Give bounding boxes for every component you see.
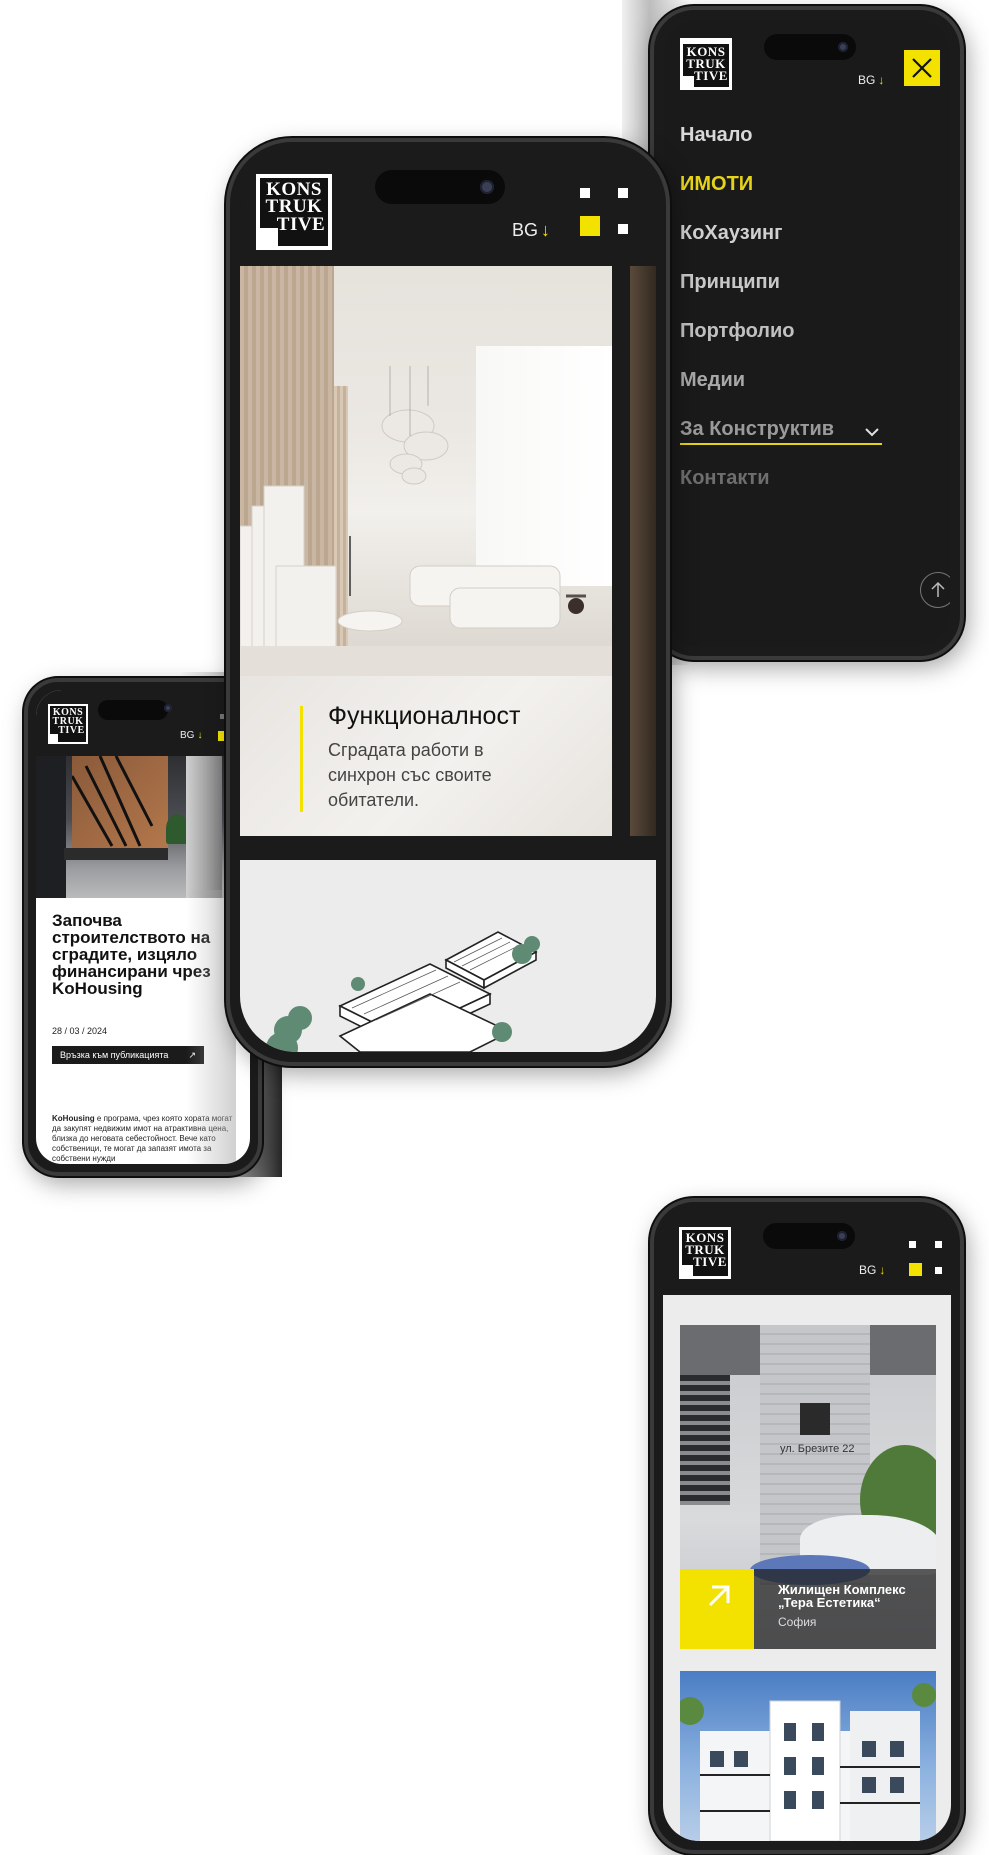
camera-icon bbox=[480, 180, 494, 194]
arrow-up-icon bbox=[931, 581, 945, 597]
menu-item-portfolio[interactable]: Портфолио bbox=[680, 320, 795, 343]
menu-item-properties[interactable]: ИМОТИ bbox=[680, 173, 753, 196]
menu-toggle[interactable] bbox=[909, 1241, 949, 1281]
next-slide-peek bbox=[630, 266, 656, 836]
close-button[interactable] bbox=[904, 50, 940, 86]
slider-bottom-bar bbox=[240, 836, 656, 860]
menu-phone: KONS TRUK TIVE BG ↓ Начало ИМОТИ КоХаузин… bbox=[650, 6, 964, 660]
menu-square[interactable] bbox=[220, 714, 225, 719]
property-cta-button[interactable] bbox=[680, 1569, 754, 1649]
close-icon bbox=[912, 58, 932, 78]
article-date: 28 / 03 / 2024 bbox=[52, 1026, 108, 1036]
property-image bbox=[680, 1683, 936, 1841]
arrow-down-icon: ↓ bbox=[197, 730, 203, 741]
menu-item-cohousing[interactable]: КоХаузинг bbox=[680, 222, 782, 245]
property-title: Жилищен Комплекс „Тера Естетика“ bbox=[778, 1582, 906, 1610]
menu-square-accent[interactable] bbox=[218, 731, 226, 741]
arrow-up-right-icon bbox=[708, 1585, 730, 1607]
listing-phone: KONS TRUK TIVE BG ↓ ул. Брезите 22 Жилищ… bbox=[650, 1198, 964, 1854]
language-switcher[interactable]: BG ↓ bbox=[512, 220, 550, 241]
menu-square-accent bbox=[580, 216, 600, 236]
listing-content: ул. Брезите 22 Жилищен Комплекс „Тера Ес… bbox=[663, 1295, 951, 1841]
language-label: BG bbox=[859, 1263, 877, 1277]
menu-square bbox=[935, 1267, 942, 1274]
menu-square bbox=[618, 188, 628, 198]
slide-image bbox=[240, 266, 612, 676]
article-screen: KONS TRUK TIVE BG ↓ Започва строителство… bbox=[36, 690, 250, 1164]
property-city: София bbox=[778, 1615, 817, 1629]
menu-item-contacts[interactable]: Контакти bbox=[680, 467, 770, 490]
brand-logo[interactable]: KONS TRUK TIVE bbox=[256, 174, 332, 250]
logo-square bbox=[50, 734, 58, 742]
menu-screen: KONS TRUK TIVE BG ↓ Начало ИМОТИ КоХаузин… bbox=[664, 20, 950, 646]
arrow-down-icon: ↓ bbox=[541, 220, 551, 240]
chevron-down-icon bbox=[865, 428, 879, 437]
menu-item-home[interactable]: Начало bbox=[680, 124, 752, 147]
menu-square bbox=[580, 188, 590, 198]
menu-square bbox=[909, 1241, 916, 1248]
camera-icon bbox=[164, 704, 172, 712]
language-switcher[interactable]: BG ↓ bbox=[859, 1263, 885, 1277]
language-label: BG bbox=[180, 730, 195, 741]
arrow-down-icon: ↓ bbox=[879, 1263, 886, 1277]
main-phone: KONS TRUK TIVE BG ↓ Функционалност Сград… bbox=[226, 138, 670, 1066]
brand-logo[interactable]: KONS TRUK TIVE bbox=[48, 704, 88, 744]
arrow-down-icon: ↓ bbox=[878, 73, 885, 87]
caption-accent-bar bbox=[300, 706, 303, 812]
publication-link-label: Връзка към публикацията bbox=[60, 1050, 169, 1060]
menu-square-accent bbox=[909, 1263, 922, 1276]
logo-square bbox=[682, 1265, 693, 1276]
menu-square bbox=[618, 224, 628, 234]
slide-text: Сградата работи в синхрон със своите оби… bbox=[328, 740, 492, 810]
menu-item-principles[interactable]: Принципи bbox=[680, 271, 780, 294]
menu-toggle[interactable] bbox=[580, 188, 636, 244]
property-sign: ул. Брезите 22 bbox=[780, 1443, 855, 1455]
camera-icon bbox=[837, 1231, 847, 1241]
language-label: BG bbox=[512, 220, 539, 240]
brand-logo[interactable]: KONS TRUK TIVE bbox=[679, 1227, 731, 1279]
language-switcher[interactable]: BG ↓ bbox=[858, 73, 884, 87]
menu-item-media[interactable]: Медии bbox=[680, 369, 745, 392]
language-label: BG bbox=[858, 73, 876, 87]
property-card[interactable]: ул. Брезите 22 Жилищен Комплекс „Тера Ес… bbox=[680, 1325, 936, 1649]
main-screen: KONS TRUK TIVE BG ↓ Функционалност Сград… bbox=[240, 152, 656, 1052]
building-sketch-image bbox=[266, 931, 540, 1052]
listing-screen: KONS TRUK TIVE BG ↓ ул. Брезите 22 Жилищ… bbox=[663, 1211, 951, 1841]
menu-item-about[interactable]: За Конструктив bbox=[680, 418, 882, 445]
slide-title: Функционалност bbox=[328, 702, 521, 730]
brand-logo[interactable]: KONS TRUK TIVE bbox=[680, 38, 732, 90]
dynamic-island bbox=[98, 700, 168, 720]
menu-square bbox=[935, 1241, 942, 1248]
camera-icon bbox=[838, 42, 848, 52]
building-sketch-section bbox=[240, 860, 656, 1052]
menu-item-about-label: За Конструктив bbox=[680, 418, 835, 440]
article-hero-image bbox=[36, 756, 250, 898]
scroll-top-button[interactable] bbox=[920, 572, 950, 608]
property-info: Жилищен Комплекс „Тера Естетика“ София bbox=[754, 1569, 936, 1649]
property-card[interactable] bbox=[680, 1671, 936, 1841]
publication-link-button[interactable]: Връзка към публикацията ↗ bbox=[52, 1046, 204, 1064]
article-body-bold: KoHousing bbox=[52, 1114, 95, 1123]
logo-square bbox=[683, 76, 694, 87]
slide-caption: Функционалност Сградата работи в синхрон… bbox=[240, 676, 612, 836]
logo-square bbox=[260, 228, 278, 246]
language-switcher[interactable]: BG ↓ bbox=[180, 730, 202, 741]
